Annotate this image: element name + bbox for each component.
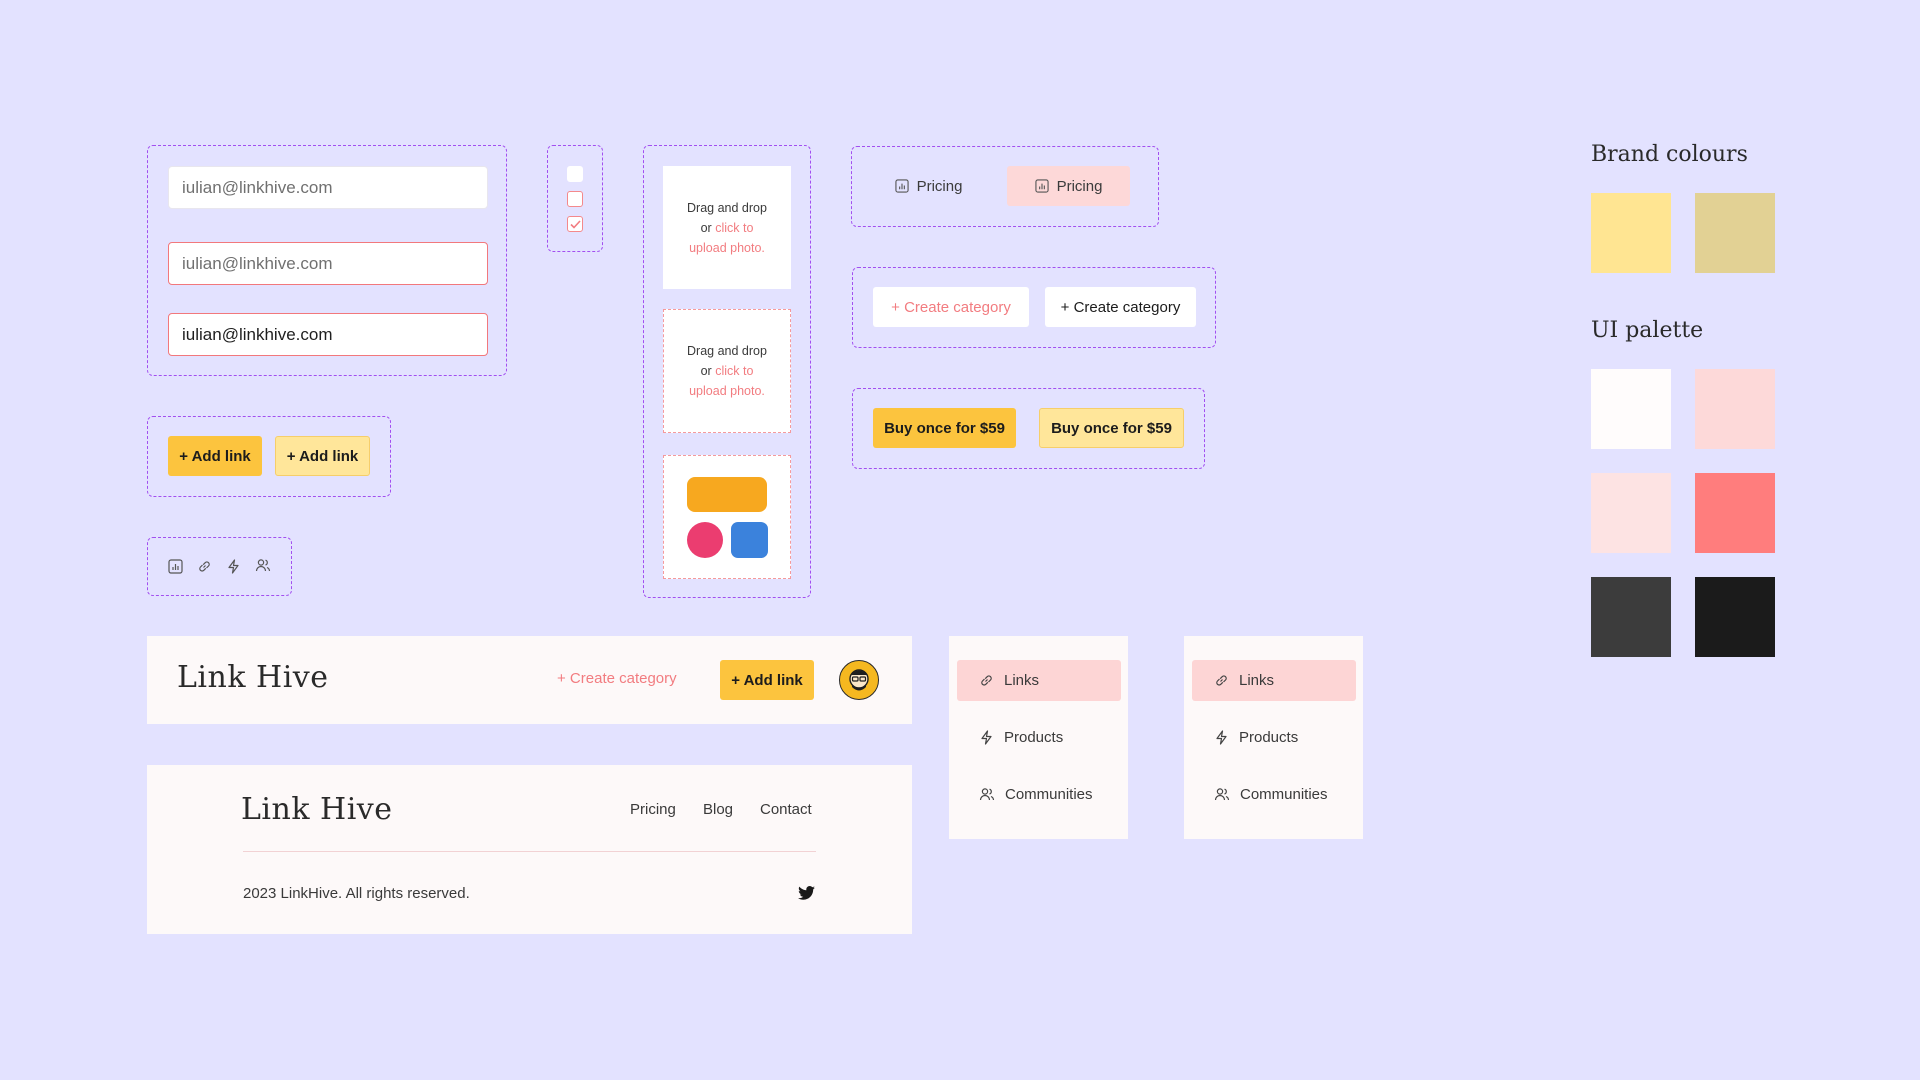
icon-group bbox=[147, 537, 292, 596]
footer-nav-blog[interactable]: Blog bbox=[703, 801, 733, 818]
chart-icon[interactable] bbox=[168, 559, 183, 574]
add-link-group: + Add link + Add link bbox=[147, 416, 391, 497]
buy-button-light[interactable]: Buy once for $59 bbox=[1039, 408, 1184, 448]
ui-swatch-2 bbox=[1695, 369, 1775, 449]
inputs-group: iulian@linkhive.com iulian@linkhive.com … bbox=[147, 145, 507, 376]
email-input-default[interactable]: iulian@linkhive.com bbox=[168, 166, 488, 209]
upload-instruction: Drag and drop bbox=[687, 344, 767, 358]
ui-swatch-6 bbox=[1695, 577, 1775, 657]
brand-swatch-2 bbox=[1695, 193, 1775, 273]
header-create-category-link[interactable]: + Create category bbox=[557, 670, 677, 687]
nav-item-products[interactable]: Products bbox=[957, 717, 1121, 758]
upload-group: Drag and drop or click to upload photo. … bbox=[643, 145, 811, 598]
pricing-item-default[interactable]: Pricing bbox=[872, 166, 985, 206]
link-icon bbox=[1216, 675, 1227, 686]
email-input-error[interactable]: iulian@linkhive.com bbox=[168, 242, 488, 285]
upload-click-link[interactable]: click to bbox=[715, 221, 753, 235]
nav-item-links[interactable]: Links bbox=[1192, 660, 1356, 701]
twitter-icon[interactable] bbox=[798, 886, 815, 900]
lightning-icon bbox=[1216, 730, 1227, 745]
users-icon[interactable] bbox=[255, 558, 271, 573]
avatar[interactable] bbox=[839, 660, 879, 700]
create-category-link-button[interactable]: + Create category bbox=[873, 287, 1029, 327]
footer-divider bbox=[243, 851, 816, 852]
nav-menu-1: Links Products Communities bbox=[949, 636, 1128, 839]
users-icon bbox=[1214, 788, 1230, 801]
nav-item-label: Links bbox=[1239, 672, 1275, 689]
ui-swatch-5 bbox=[1591, 577, 1671, 657]
nav-item-communities[interactable]: Communities bbox=[957, 774, 1121, 815]
upload-dropzone-preview[interactable] bbox=[663, 455, 791, 579]
pricing-label: Pricing bbox=[1056, 177, 1103, 195]
nav-item-products[interactable]: Products bbox=[1192, 717, 1356, 758]
checkbox-group bbox=[547, 145, 603, 252]
add-link-button[interactable]: + Add link bbox=[168, 436, 262, 476]
buy-group: Buy once for $59 Buy once for $59 bbox=[852, 388, 1205, 469]
nav-item-label: Communities bbox=[1240, 786, 1328, 803]
upload-click-link[interactable]: click to bbox=[715, 364, 753, 378]
header-add-link-button[interactable]: + Add link bbox=[720, 660, 814, 700]
ui-palette-title: UI palette bbox=[1591, 318, 1704, 343]
nav-item-communities[interactable]: Communities bbox=[1192, 774, 1356, 815]
nav-item-label: Communities bbox=[1005, 786, 1093, 803]
footer-copyright: 2023 LinkHive. All rights reserved. bbox=[243, 885, 470, 902]
preview-blue-square bbox=[731, 522, 768, 558]
lightning-icon bbox=[981, 730, 992, 745]
preview-orange-shape bbox=[687, 477, 767, 512]
upload-instruction: Drag and drop bbox=[687, 200, 767, 215]
users-icon bbox=[979, 788, 995, 801]
nav-item-label: Links bbox=[1004, 672, 1040, 689]
lightning-icon[interactable] bbox=[226, 559, 241, 574]
check-icon bbox=[569, 219, 581, 229]
chart-icon bbox=[894, 179, 909, 193]
ui-swatch-1 bbox=[1591, 369, 1671, 449]
ui-swatch-4 bbox=[1695, 473, 1775, 553]
brand-colours-title: Brand colours bbox=[1591, 142, 1748, 167]
upload-photo-link[interactable]: upload photo. bbox=[689, 381, 765, 401]
logo[interactable]: Link Hive bbox=[177, 660, 329, 695]
footer-nav-pricing[interactable]: Pricing bbox=[630, 801, 676, 818]
footer-nav-contact[interactable]: Contact bbox=[760, 801, 812, 818]
nav-item-label: Products bbox=[1239, 729, 1299, 746]
checkbox-checked[interactable] bbox=[567, 216, 583, 232]
nav-item-links[interactable]: Links bbox=[957, 660, 1121, 701]
upload-or: or bbox=[700, 220, 712, 235]
pricing-group: Pricing Pricing bbox=[851, 146, 1159, 227]
upload-photo-link[interactable]: upload photo. bbox=[689, 238, 765, 258]
app-header: Link Hive + Create category + Add link bbox=[147, 636, 912, 724]
upload-dropzone-default[interactable]: Drag and drop or click to upload photo. bbox=[663, 166, 791, 289]
checkbox-hover[interactable] bbox=[567, 191, 583, 207]
pricing-label: Pricing bbox=[916, 177, 963, 195]
preview-pink-circle bbox=[687, 522, 723, 558]
create-category-button[interactable]: + Create category bbox=[1045, 287, 1196, 327]
upload-or-line: or click to bbox=[701, 361, 754, 381]
link-icon[interactable] bbox=[197, 559, 212, 574]
email-input-error-filled[interactable]: iulian@linkhive.com bbox=[168, 313, 488, 356]
brand-swatch-1 bbox=[1591, 193, 1671, 273]
chart-icon bbox=[1034, 179, 1049, 193]
ui-swatch-3 bbox=[1591, 473, 1671, 553]
upload-or-line: or click to bbox=[701, 218, 754, 238]
footer-logo[interactable]: Link Hive bbox=[241, 792, 393, 827]
buy-button[interactable]: Buy once for $59 bbox=[873, 408, 1016, 448]
pricing-item-active[interactable]: Pricing bbox=[1007, 166, 1130, 206]
link-icon bbox=[981, 675, 992, 686]
nav-menu-2: Links Products Communities bbox=[1184, 636, 1363, 839]
add-link-button-light[interactable]: + Add link bbox=[275, 436, 370, 476]
upload-or: or bbox=[700, 364, 712, 378]
checkbox-default[interactable] bbox=[567, 166, 583, 182]
create-category-group: + Create category + Create category bbox=[852, 267, 1216, 348]
nav-item-label: Products bbox=[1004, 729, 1064, 746]
app-footer: Link Hive Pricing Blog Contact 2023 Link… bbox=[147, 765, 912, 934]
upload-dropzone-hover[interactable]: Drag and drop or click to upload photo. bbox=[663, 309, 791, 433]
